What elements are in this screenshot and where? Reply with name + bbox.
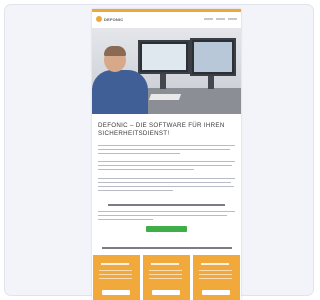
feature-tile[interactable] [193, 255, 240, 300]
feature-tile[interactable] [93, 255, 140, 300]
navbar: DEFONIC [92, 12, 241, 26]
site-logo[interactable]: DEFONIC [96, 16, 123, 22]
intro-paragraph [98, 145, 235, 157]
nav-item[interactable] [228, 18, 237, 20]
keyboard [148, 94, 182, 100]
feature-tiles [93, 255, 240, 300]
body-paragraph [98, 178, 235, 194]
logo-text: DEFONIC [104, 16, 124, 22]
monitor-stand [208, 75, 214, 89]
section-paragraph [98, 211, 235, 223]
monitor-stand [160, 73, 166, 89]
nav-menu [204, 18, 237, 20]
page-headline: DEFONIC – DIE SOFTWARE FÜR IHREN SICHERH… [98, 122, 225, 137]
monitor-icon [190, 38, 236, 76]
person-hair [104, 46, 126, 56]
nav-item[interactable] [216, 18, 225, 20]
nav-item[interactable] [204, 18, 213, 20]
hero-image [92, 28, 241, 114]
cta-button[interactable] [146, 226, 187, 232]
person-body [92, 70, 148, 114]
monitor-icon [138, 40, 190, 74]
tile-button[interactable] [102, 290, 130, 295]
feature-tile[interactable] [143, 255, 190, 300]
tile-button[interactable] [152, 290, 180, 295]
website-preview[interactable]: DEFONIC DEFONIC – DIE SOFTWARE FÜR IHREN… [92, 9, 241, 300]
section-subheading [108, 204, 225, 206]
defonic-logo-icon [96, 16, 102, 22]
body-paragraph [98, 161, 235, 173]
section-subheading [102, 247, 232, 249]
tile-button[interactable] [202, 290, 230, 295]
